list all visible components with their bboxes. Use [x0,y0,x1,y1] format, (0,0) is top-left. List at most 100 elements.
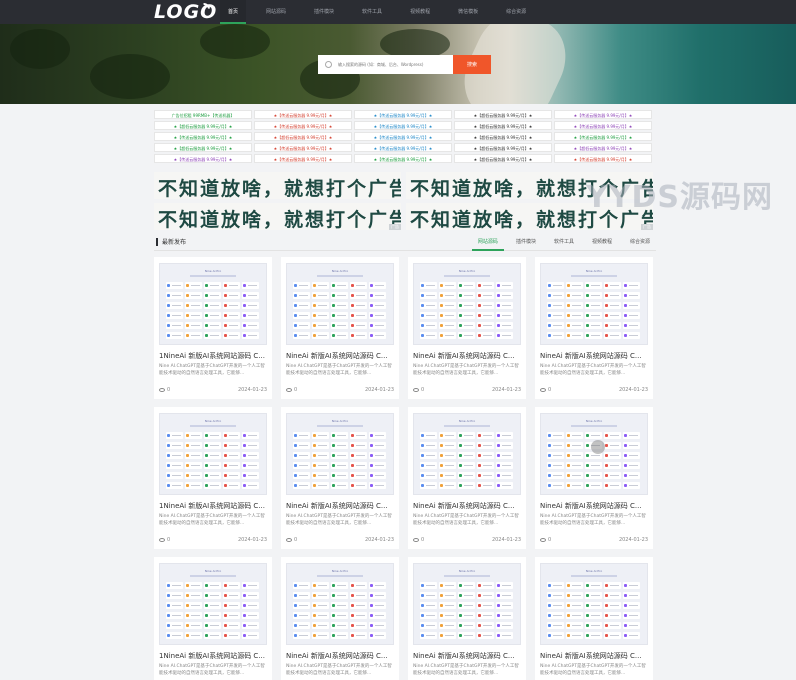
post-title[interactable]: NineAi 新版AI系统网站源码 C... [413,351,523,361]
ad-link[interactable]: ★【超低云服务器 9.99元/月】★ [454,132,552,141]
post-thumbnail[interactable]: Nine Ai Pro [413,263,521,345]
thumb-tile [458,592,475,599]
post-card[interactable]: Nine Ai Pro NineAi 新版AI系统网站源码 C... Nine AI… [408,257,526,399]
ad-link[interactable]: ★【传送云服务器 9.99元/月】★ [554,121,652,130]
ad-link[interactable]: ★【传送云服务器 9.99元/月】★ [354,121,452,130]
ad-link[interactable]: ★【传送云服务器 9.99元/月】★ [554,132,652,141]
ad-banner-3[interactable]: 不知道放啥，就想打个广告 广告 [154,203,401,230]
post-card[interactable]: Nine Ai Pro NineAi 新版AI系统网站源码 C... Nine AI… [535,257,653,399]
post-card[interactable]: Nine Ai Pro 1NineAi 新版AI系统网站源码 C... Nine A… [154,407,272,549]
thumb-tile [293,432,310,439]
ad-link[interactable]: ★【超低云服务器 9.99元/月】★ [454,121,552,130]
thumb-tile [350,592,367,599]
nav-item-source-code[interactable]: 网站源码 [258,0,294,24]
post-title[interactable]: NineAi 新版AI系统网站源码 C... [286,651,396,661]
post-title[interactable]: 1NineAi 新版AI系统网站源码 C... [159,501,269,511]
post-thumbnail[interactable]: Nine Ai Pro [159,413,267,495]
tab-misc-resources[interactable]: 综合资源 [624,233,656,251]
thumb-tile [223,282,240,289]
post-thumbnail[interactable]: Nine Ai Pro [159,263,267,345]
thumb-tile [496,632,513,639]
nav-item-plugins[interactable]: 插件模块 [306,0,342,24]
thumb-title: Nine Ai Pro [331,419,349,423]
ad-link[interactable]: ★【传送云服务器 9.99元/月】★ [554,110,652,119]
post-thumbnail[interactable]: Nine Ai Pro [286,413,394,495]
ad-link[interactable]: ★【超低云服务器 9.99元/月】★ [454,154,552,163]
thumb-tile [420,312,437,319]
ad-link[interactable]: ★【传送云服务器 9.99元/月】★ [354,132,452,141]
post-thumbnail[interactable]: Nine Ai Pro [413,413,521,495]
ad-link[interactable]: ★【超低云服务器 9.99元/月】★ [154,121,252,130]
nav-item-wechat-templates[interactable]: 微信模板 [450,0,486,24]
thumb-tile-grid [293,432,386,489]
search-button[interactable]: 搜索 [453,55,491,74]
post-thumbnail[interactable]: Nine Ai Pro [159,563,267,645]
nav-item-home[interactable]: 首页 [220,0,247,24]
ad-link[interactable]: ★【传送云服务器 9.99元/月】★ [254,154,352,163]
post-description: Nine AI.ChatGPT是基于ChatGPT开发的一个人工智能技术驱动的自… [286,364,392,376]
post-description: Nine AI.ChatGPT是基于ChatGPT开发的一个人工智能技术驱动的自… [540,514,646,526]
cursor-indicator [591,440,605,454]
post-card[interactable]: Nine Ai Pro 1NineAi 新版AI系统网站源码 C... Nine A… [154,257,272,399]
post-thumbnail[interactable]: Nine Ai Pro [540,563,648,645]
ad-link[interactable]: ★【传送云服务器 9.99元/月】★ [154,132,252,141]
ad-link[interactable]: ★【传送云服务器 9.99元/月】★ [254,121,352,130]
thumb-tile [204,332,221,339]
post-thumbnail[interactable]: Nine Ai Pro [540,263,648,345]
ad-link[interactable]: ★【传送云服务器 9.99元/月】★ [254,110,352,119]
ad-link[interactable]: ★【超低云服务器 9.99元/月】★ [554,143,652,152]
ad-link[interactable]: ★【超低云服务器 9.99元/月】★ [254,132,352,141]
tab-plugins[interactable]: 插件模块 [510,233,542,251]
post-card[interactable]: Nine Ai Pro NineAi 新版AI系统网站源码 C... Nine AI… [408,407,526,549]
post-title[interactable]: NineAi 新版AI系统网站源码 C... [286,501,396,511]
nav-item-video-tutorials[interactable]: 视频教程 [402,0,438,24]
thumb-tile [204,292,221,299]
thumb-tile [242,472,259,479]
post-title[interactable]: NineAi 新版AI系统网站源码 C... [540,501,650,511]
thumb-tile [242,462,259,469]
thumb-tile [547,312,564,319]
eye-icon [413,537,419,542]
ad-link[interactable]: ★【超低云服务器 9.99元/月】★ [454,110,552,119]
search-input[interactable] [318,55,453,74]
ad-link[interactable]: ★【超低云服务器 9.99元/月】★ [454,143,552,152]
post-card[interactable]: Nine Ai Pro 1NineAi 新版AI系统网站源码 C... Nine A… [154,557,272,680]
ad-link[interactable]: ★【传送云服务器 9.99元/月】★ [354,154,452,163]
post-title[interactable]: 1NineAi 新版AI系统网站源码 C... [159,351,269,361]
ad-link[interactable]: ★【超低云服务器 9.99元/月】★ [154,143,252,152]
post-card[interactable]: Nine Ai Pro NineAi 新版AI系统网站源码 C... Nine AI… [281,557,399,680]
post-card[interactable]: Nine Ai Pro NineAi 新版AI系统网站源码 C... Nine AI… [535,557,653,680]
thumb-tile [604,322,621,329]
post-title[interactable]: NineAi 新版AI系统网站源码 C... [413,501,523,511]
post-thumbnail[interactable]: Nine Ai Pro [413,563,521,645]
ad-link[interactable]: ★【传送云服务器 9.99元/月】★ [354,143,452,152]
post-thumbnail[interactable]: Nine Ai Pro [540,413,648,495]
post-thumbnail[interactable]: Nine Ai Pro [286,263,394,345]
thumb-tile [204,482,221,489]
nav-item-software-tools[interactable]: 软件工具 [354,0,390,24]
post-card[interactable]: Nine Ai Pro NineAi 新版AI系统网站源码 C... Nine AI… [281,257,399,399]
nav-item-misc-resources[interactable]: 综合资源 [498,0,534,24]
ad-link[interactable]: ★【传送云服务器 9.99元/月】★ [354,110,452,119]
post-card[interactable]: Nine Ai Pro NineAi 新版AI系统网站源码 C... Nine AI… [408,557,526,680]
tab-video-tutorials[interactable]: 视频教程 [586,233,618,251]
post-card[interactable]: Nine Ai Pro NineAi 新版AI系统网站源码 C... Nine AI… [535,407,653,549]
post-title[interactable]: NineAi 新版AI系统网站源码 C... [286,351,396,361]
thumb-title: Nine Ai Pro [331,269,349,273]
ad-link[interactable]: 广告位招租 99RMB+【传送机器】 [154,110,252,119]
ad-banner-1[interactable]: 不知道放啥，就想打个广告 [154,172,401,199]
post-title[interactable]: NineAi 新版AI系统网站源码 C... [540,651,650,661]
post-thumbnail[interactable]: Nine Ai Pro [286,563,394,645]
tab-software-tools[interactable]: 软件工具 [548,233,580,251]
thumb-title: Nine Ai Pro [585,419,603,423]
ad-link[interactable]: ★【传送云服务器 9.99元/月】★ [554,154,652,163]
post-title[interactable]: NineAi 新版AI系统网站源码 C... [540,351,650,361]
post-title[interactable]: 1NineAi 新版AI系统网站源码 C... [159,651,269,661]
post-title[interactable]: NineAi 新版AI系统网站源码 C... [413,651,523,661]
ad-link[interactable]: ★【传送云服务器 9.99元/月】★ [254,143,352,152]
post-card[interactable]: Nine Ai Pro NineAi 新版AI系统网站源码 C... Nine AI… [281,407,399,549]
thumb-tile [369,482,386,489]
ad-link[interactable]: ★【传送云服务器 9.99元/月】★ [154,154,252,163]
tab-source-code[interactable]: 网站源码 [471,233,504,251]
thumb-tile [496,582,513,589]
